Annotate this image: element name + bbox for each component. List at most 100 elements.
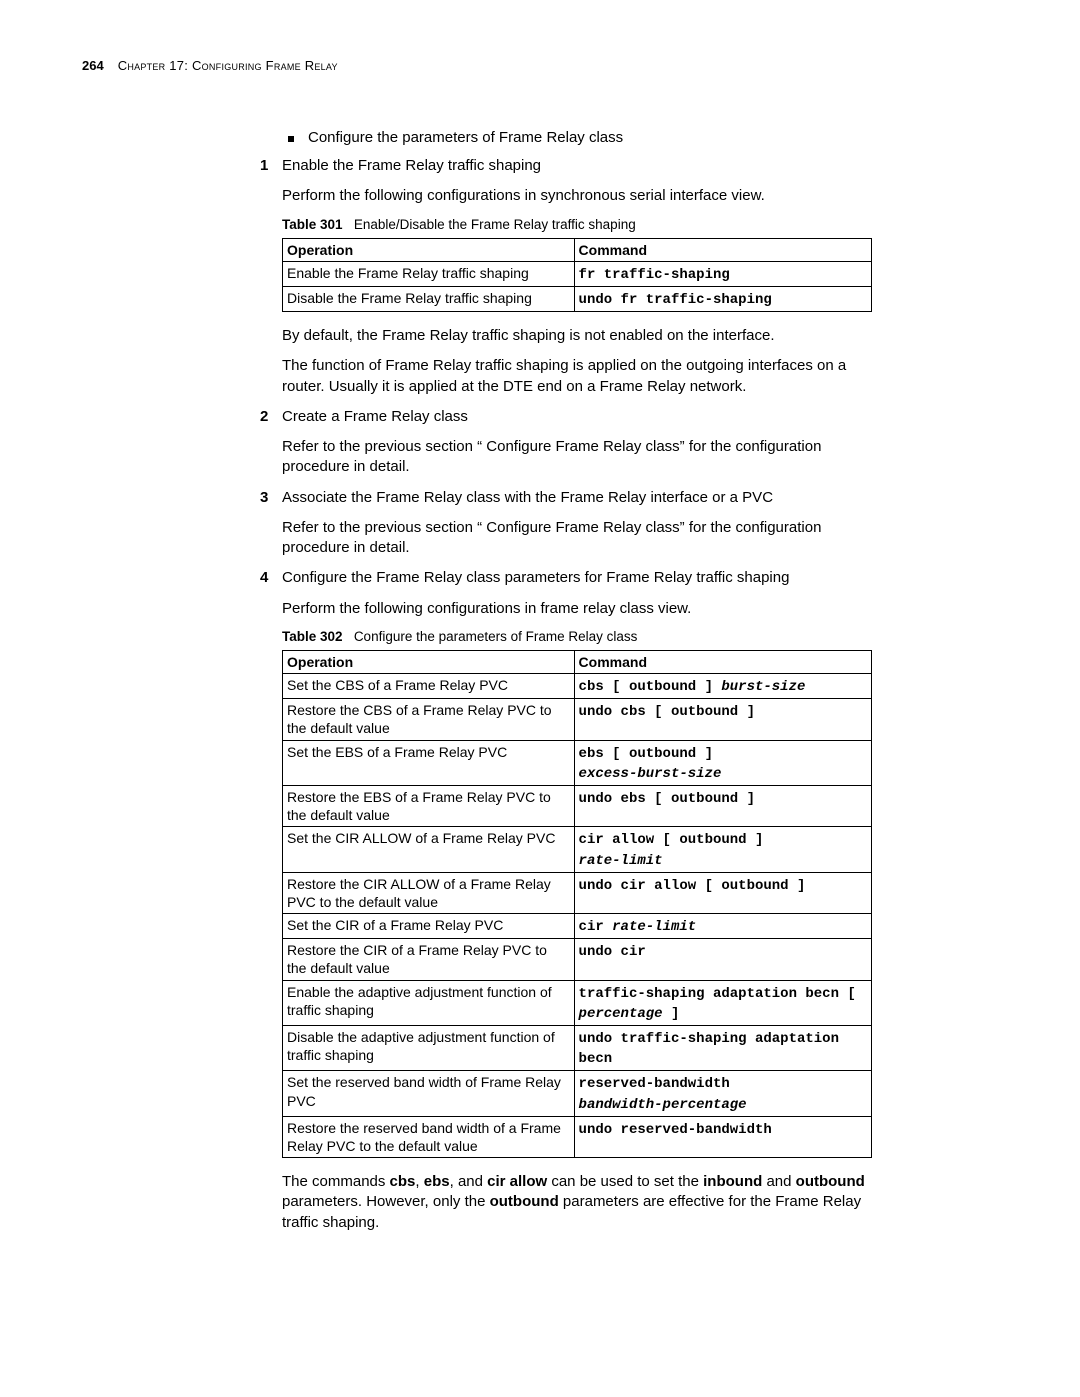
command-text: ebs [ outbound ]	[579, 746, 713, 762]
text: The commands	[282, 1173, 390, 1190]
command-text: cbs [ outbound ]	[579, 679, 722, 695]
table-row: Set the EBS of a Frame Relay PVC ebs [ o…	[283, 740, 872, 785]
text: , and	[450, 1173, 488, 1190]
command-text: ]	[663, 1006, 680, 1022]
table-header-row: Operation Command	[283, 650, 872, 673]
table-row: Set the reserved band width of Frame Rel…	[283, 1071, 872, 1116]
step-4-title: 4 Configure the Frame Relay class parame…	[282, 568, 872, 588]
page-number: 264	[82, 58, 104, 73]
cmd-cell: undo cir allow [ outbound ]	[574, 872, 871, 913]
bullet-item: Configure the parameters of Frame Relay …	[282, 129, 872, 146]
inline-bold: ebs	[424, 1173, 450, 1190]
page-content: Configure the parameters of Frame Relay …	[282, 129, 872, 1233]
op-cell: Set the CIR of a Frame Relay PVC	[283, 914, 575, 939]
command-arg: excess-burst-size	[579, 766, 722, 782]
cmd-cell: ebs [ outbound ] excess-burst-size	[574, 740, 871, 785]
command-text: traffic-shaping adaptation becn [	[579, 986, 856, 1002]
bullet-text: Configure the parameters of Frame Relay …	[308, 129, 623, 146]
text: ,	[415, 1173, 423, 1190]
table-caption-301: Table 301 Enable/Disable the Frame Relay…	[282, 217, 872, 232]
step-number: 4	[260, 568, 268, 588]
col-operation: Operation	[283, 650, 575, 673]
command-text: undo reserved-bandwidth	[579, 1122, 772, 1138]
cmd-cell: undo cbs [ outbound ]	[574, 699, 871, 740]
table-number: Table 302	[282, 629, 343, 644]
command-text: undo fr traffic-shaping	[579, 292, 772, 308]
body-text: The function of Frame Relay traffic shap…	[282, 356, 872, 397]
table-title: Enable/Disable the Frame Relay traffic s…	[354, 217, 636, 232]
op-cell: Restore the CBS of a Frame Relay PVC to …	[283, 699, 575, 740]
op-cell: Set the reserved band width of Frame Rel…	[283, 1071, 575, 1116]
cmd-cell: traffic-shaping adaptation becn [ percen…	[574, 980, 871, 1025]
step-title: Configure the Frame Relay class paramete…	[282, 569, 789, 586]
op-cell: Enable the Frame Relay traffic shaping	[283, 261, 575, 286]
table-row: Set the CIR of a Frame Relay PVC cir rat…	[283, 914, 872, 939]
table-header-row: Operation Command	[283, 238, 872, 261]
step-1-title: 1 Enable the Frame Relay traffic shaping	[282, 156, 872, 176]
table-row: Restore the reserved band width of a Fra…	[283, 1116, 872, 1157]
cmd-cell: fr traffic-shaping	[574, 261, 871, 286]
inline-bold: cir allow	[487, 1173, 547, 1190]
table-row: Restore the CIR ALLOW of a Frame Relay P…	[283, 872, 872, 913]
command-arg: rate-limit	[579, 853, 663, 869]
step-number: 1	[260, 156, 268, 176]
inline-bold: cbs	[390, 1173, 416, 1190]
command-arg: burst-size	[721, 679, 805, 695]
cmd-cell: cbs [ outbound ] burst-size	[574, 674, 871, 699]
op-cell: Restore the CIR of a Frame Relay PVC to …	[283, 939, 575, 980]
step-2-title: 2 Create a Frame Relay class	[282, 407, 872, 427]
table-row: Set the CBS of a Frame Relay PVC cbs [ o…	[283, 674, 872, 699]
table-row: Enable the Frame Relay traffic shaping f…	[283, 261, 872, 286]
col-command: Command	[574, 238, 871, 261]
inline-bold: inbound	[703, 1173, 762, 1190]
table-number: Table 301	[282, 217, 343, 232]
command-text: undo cir	[579, 944, 646, 960]
inline-bold: outbound	[796, 1173, 865, 1190]
command-text: undo cbs [ outbound ]	[579, 704, 755, 720]
table-301: Operation Command Enable the Frame Relay…	[282, 238, 872, 313]
step-title: Create a Frame Relay class	[282, 408, 468, 425]
op-cell: Disable the adaptive adjustment function…	[283, 1026, 575, 1071]
body-text: By default, the Frame Relay traffic shap…	[282, 326, 872, 346]
op-cell: Set the EBS of a Frame Relay PVC	[283, 740, 575, 785]
op-cell: Set the CBS of a Frame Relay PVC	[283, 674, 575, 699]
command-text: cir	[579, 919, 613, 935]
op-cell: Enable the adaptive adjustment function …	[283, 980, 575, 1025]
step-3-title: 3 Associate the Frame Relay class with t…	[282, 488, 872, 508]
cmd-cell: undo cir	[574, 939, 871, 980]
text: can be used to set the	[547, 1173, 703, 1190]
table-caption-302: Table 302 Configure the parameters of Fr…	[282, 629, 872, 644]
step-number: 2	[260, 407, 268, 427]
command-arg: rate-limit	[612, 919, 696, 935]
step-number: 3	[260, 488, 268, 508]
op-cell: Disable the Frame Relay traffic shaping	[283, 286, 575, 311]
cmd-cell: undo fr traffic-shaping	[574, 286, 871, 311]
op-cell: Restore the reserved band width of a Fra…	[283, 1116, 575, 1157]
table-302: Operation Command Set the CBS of a Frame…	[282, 650, 872, 1158]
cmd-cell: undo reserved-bandwidth	[574, 1116, 871, 1157]
cmd-cell: cir allow [ outbound ] rate-limit	[574, 827, 871, 872]
text: and	[762, 1173, 795, 1190]
table-row: Disable the Frame Relay traffic shaping …	[283, 286, 872, 311]
body-text: Refer to the previous section “ Configur…	[282, 518, 872, 559]
command-text: undo cir allow [ outbound ]	[579, 878, 806, 894]
table-row: Set the CIR ALLOW of a Frame Relay PVC c…	[283, 827, 872, 872]
inline-bold: outbound	[490, 1193, 559, 1210]
command-text: undo traffic-shaping adaptation becn	[579, 1031, 839, 1067]
text: parameters. However, only the	[282, 1193, 490, 1210]
chapter-title: Chapter 17: Configuring Frame Relay	[118, 58, 338, 73]
op-cell: Restore the EBS of a Frame Relay PVC to …	[283, 785, 575, 826]
cmd-cell: undo ebs [ outbound ]	[574, 785, 871, 826]
cmd-cell: cir rate-limit	[574, 914, 871, 939]
body-text: Perform the following configurations in …	[282, 599, 872, 619]
table-row: Enable the adaptive adjustment function …	[283, 980, 872, 1025]
step-title: Enable the Frame Relay traffic shaping	[282, 157, 541, 174]
command-arg: bandwidth-percentage	[579, 1097, 747, 1113]
command-text: undo ebs [ outbound ]	[579, 791, 755, 807]
square-bullet-icon	[288, 136, 294, 142]
footer-paragraph: The commands cbs, ebs, and cir allow can…	[282, 1172, 872, 1233]
col-operation: Operation	[283, 238, 575, 261]
body-text: Refer to the previous section “ Configur…	[282, 437, 872, 478]
command-text: reserved-bandwidth	[579, 1076, 730, 1092]
table-row: Restore the CIR of a Frame Relay PVC to …	[283, 939, 872, 980]
